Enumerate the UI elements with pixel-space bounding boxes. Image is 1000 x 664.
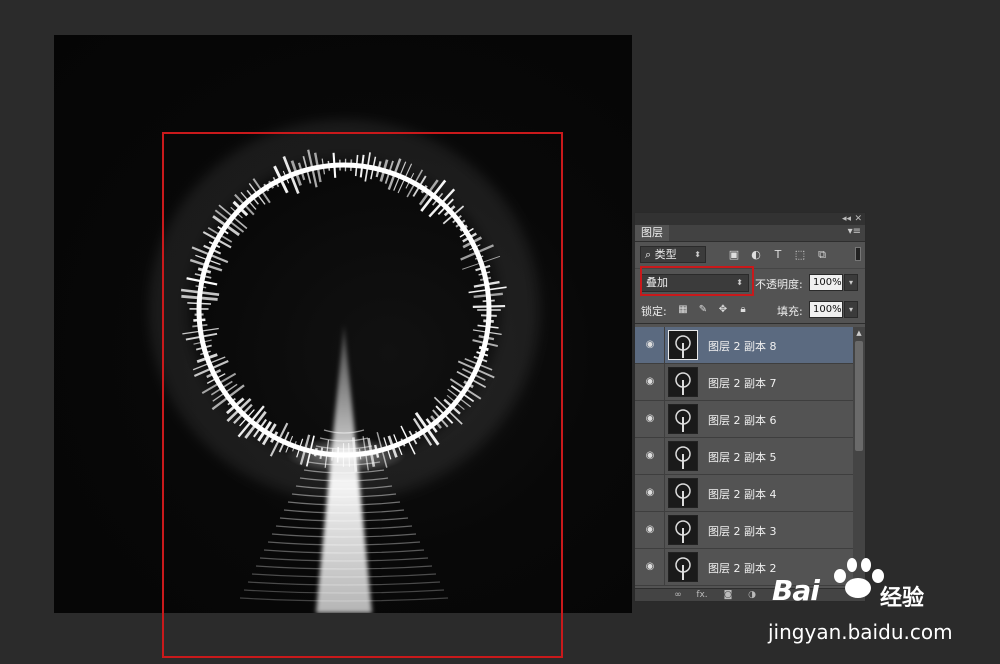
layer-name: 图层 2 副本 2 bbox=[708, 562, 777, 575]
layer-thumbnail[interactable] bbox=[668, 330, 698, 360]
eye-icon[interactable]: ◉ bbox=[643, 375, 657, 389]
layer-name: 图层 2 副本 4 bbox=[708, 488, 777, 501]
layer-name: 图层 2 副本 3 bbox=[708, 525, 777, 538]
updown-arrow-icon: ⬍ bbox=[736, 278, 743, 287]
visibility-toggle[interactable]: ◉ bbox=[635, 401, 665, 437]
link-icon[interactable]: ∞ bbox=[671, 589, 685, 601]
close-icon[interactable]: ✕ bbox=[854, 213, 862, 225]
layer-row[interactable]: ◉ 图层 2 副本 7 bbox=[635, 364, 853, 401]
fill-label: 填充: bbox=[777, 305, 803, 318]
layer-name: 图层 2 副本 5 bbox=[708, 451, 777, 464]
layer-row[interactable]: ◉ 图层 2 副本 5 bbox=[635, 438, 853, 475]
blend-row: 叠加 ⬍ 不透明度: 100% ▾ bbox=[635, 268, 865, 297]
eye-icon[interactable]: ◉ bbox=[643, 486, 657, 500]
type-filter-icon[interactable]: T bbox=[771, 248, 785, 261]
panel-titlebar: ◂◂ ✕ bbox=[635, 213, 865, 225]
layer-list-scrollbar[interactable]: ▲ bbox=[853, 327, 865, 591]
filter-row: ⌕ 类型 ⬍ ▣ ◐ T ⬚ ⧉ bbox=[635, 242, 865, 268]
lock-brush-icon[interactable]: ✎ bbox=[697, 304, 709, 316]
tab-layers[interactable]: 图层 bbox=[635, 225, 669, 241]
watermark-url: jingyan.baidu.com bbox=[768, 620, 953, 644]
lock-move-icon[interactable]: ✥ bbox=[717, 304, 729, 316]
eye-icon[interactable]: ◉ bbox=[643, 560, 657, 574]
eye-icon[interactable]: ◉ bbox=[643, 523, 657, 537]
visibility-toggle[interactable]: ◉ bbox=[635, 512, 665, 548]
layer-name: 图层 2 副本 8 bbox=[708, 340, 777, 353]
blend-mode-value: 叠加 bbox=[646, 276, 668, 289]
shape-filter-icon[interactable]: ⬚ bbox=[793, 248, 807, 261]
watermark-brand: Bai bbox=[772, 574, 820, 607]
visibility-toggle[interactable]: ◉ bbox=[635, 475, 665, 511]
layer-row[interactable]: ◉ 图层 2 副本 4 bbox=[635, 475, 853, 512]
visibility-toggle[interactable]: ◉ bbox=[635, 438, 665, 474]
adjustment-icon[interactable]: ◑ bbox=[745, 589, 759, 601]
opacity-dropdown-button[interactable]: ▾ bbox=[844, 274, 858, 291]
collapse-icon[interactable]: ◂◂ bbox=[842, 213, 851, 225]
layer-name: 图层 2 副本 6 bbox=[708, 414, 777, 427]
layer-row[interactable]: ◉ 图层 2 副本 3 bbox=[635, 512, 853, 549]
adjustment-filter-icon[interactable]: ◐ bbox=[749, 248, 763, 261]
opacity-label: 不透明度: bbox=[755, 278, 803, 291]
fill-dropdown-button[interactable]: ▾ bbox=[844, 301, 858, 318]
eye-icon[interactable]: ◉ bbox=[643, 449, 657, 463]
eye-icon[interactable]: ◉ bbox=[643, 338, 657, 352]
smart-object-filter-icon[interactable]: ⧉ bbox=[815, 248, 829, 261]
document-canvas[interactable] bbox=[54, 35, 632, 613]
lock-row: 锁定: ▦ ✎ ✥ 🔒︎ 填充: 100% ▾ bbox=[635, 297, 865, 324]
fill-input[interactable]: 100% bbox=[809, 301, 843, 318]
image-filter-icon[interactable]: ▣ bbox=[727, 248, 741, 261]
scrollbar-thumb[interactable] bbox=[855, 341, 863, 451]
layer-list: ◉ 图层 2 副本 8 ◉ 图层 2 副本 7 ◉ 图层 2 副本 6 ◉ 图层 2 副本 5… bbox=[635, 327, 853, 591]
layer-thumbnail[interactable] bbox=[668, 552, 698, 582]
search-icon: ⌕ bbox=[645, 248, 655, 261]
visibility-toggle[interactable]: ◉ bbox=[635, 364, 665, 400]
filter-kind-label: 类型 bbox=[654, 248, 677, 261]
filter-kind-select[interactable]: ⌕ 类型 ⬍ bbox=[640, 246, 706, 263]
blend-mode-select[interactable]: 叠加 ⬍ bbox=[641, 274, 749, 292]
paw-logo-icon bbox=[834, 558, 884, 598]
updown-arrow-icon: ⬍ bbox=[694, 250, 701, 259]
visibility-toggle[interactable]: ◉ bbox=[635, 327, 665, 363]
layer-row[interactable]: ◉ 图层 2 副本 2 bbox=[635, 549, 853, 586]
layer-thumbnail[interactable] bbox=[668, 441, 698, 471]
layer-row[interactable]: ◉ 图层 2 副本 8 bbox=[635, 327, 853, 364]
layer-thumbnail[interactable] bbox=[668, 478, 698, 508]
mask-icon[interactable]: ◙ bbox=[721, 589, 735, 601]
eye-icon[interactable]: ◉ bbox=[643, 412, 657, 426]
fx-icon[interactable]: fx. bbox=[695, 589, 709, 601]
layer-thumbnail[interactable] bbox=[668, 404, 698, 434]
lock-transparent-icon[interactable]: ▦ bbox=[677, 304, 689, 316]
layer-row[interactable]: ◉ 图层 2 副本 6 bbox=[635, 401, 853, 438]
layer-thumbnail[interactable] bbox=[668, 367, 698, 397]
scroll-up-icon[interactable]: ▲ bbox=[853, 327, 865, 339]
visibility-toggle[interactable]: ◉ bbox=[635, 549, 665, 585]
layers-panel: ◂◂ ✕ 图层 ▾≡ ⌕ 类型 ⬍ ▣ ◐ T ⬚ ⧉ 叠加 ⬍ 不透明度: 1… bbox=[634, 212, 866, 602]
panel-menu-icon[interactable]: ▾≡ bbox=[848, 226, 861, 237]
lock-label: 锁定: bbox=[641, 305, 667, 318]
opacity-input[interactable]: 100% bbox=[809, 274, 843, 291]
watermark-brand-cn: 经验 bbox=[880, 586, 925, 611]
panel-tabbar: 图层 ▾≡ bbox=[635, 225, 865, 242]
filter-toggle[interactable] bbox=[855, 247, 861, 261]
ring-artwork bbox=[149, 120, 539, 613]
layer-name: 图层 2 副本 7 bbox=[708, 377, 777, 390]
layer-thumbnail[interactable] bbox=[668, 515, 698, 545]
lock-all-icon[interactable]: 🔒︎ bbox=[737, 304, 749, 316]
